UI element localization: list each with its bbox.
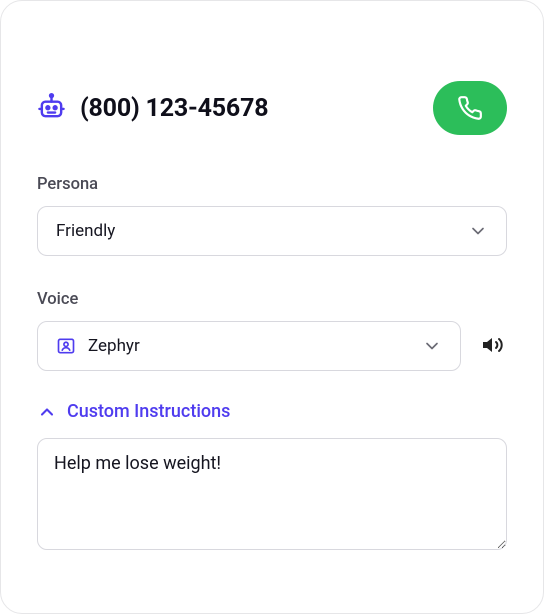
voice-row: Zephyr [37, 321, 507, 371]
person-card-icon [56, 336, 76, 356]
voice-field: Voice Zephyr [37, 290, 507, 371]
chevron-up-icon [37, 402, 57, 422]
voice-value: Zephyr [88, 336, 422, 356]
custom-instructions-toggle[interactable]: Custom Instructions [37, 401, 507, 422]
persona-label: Persona [37, 175, 507, 194]
header-row: (800) 123-45678 [37, 37, 507, 163]
play-voice-button[interactable] [479, 332, 507, 360]
speaker-icon [481, 333, 505, 360]
custom-instructions-label: Custom Instructions [67, 401, 230, 422]
chevron-down-icon [422, 336, 442, 356]
title-group: (800) 123-45678 [37, 92, 268, 125]
voice-label: Voice [37, 290, 507, 309]
page-title: (800) 123-45678 [80, 94, 268, 123]
phone-icon [457, 95, 483, 121]
call-button[interactable] [433, 81, 507, 135]
persona-field: Persona Friendly [37, 175, 507, 256]
custom-instructions-textarea[interactable] [37, 438, 507, 550]
chevron-down-icon [468, 221, 488, 241]
persona-value: Friendly [56, 221, 468, 241]
card: (800) 123-45678 Persona Friendly Voice [0, 0, 544, 614]
voice-select[interactable]: Zephyr [37, 321, 461, 371]
robot-icon [37, 92, 66, 125]
persona-select[interactable]: Friendly [37, 206, 507, 256]
